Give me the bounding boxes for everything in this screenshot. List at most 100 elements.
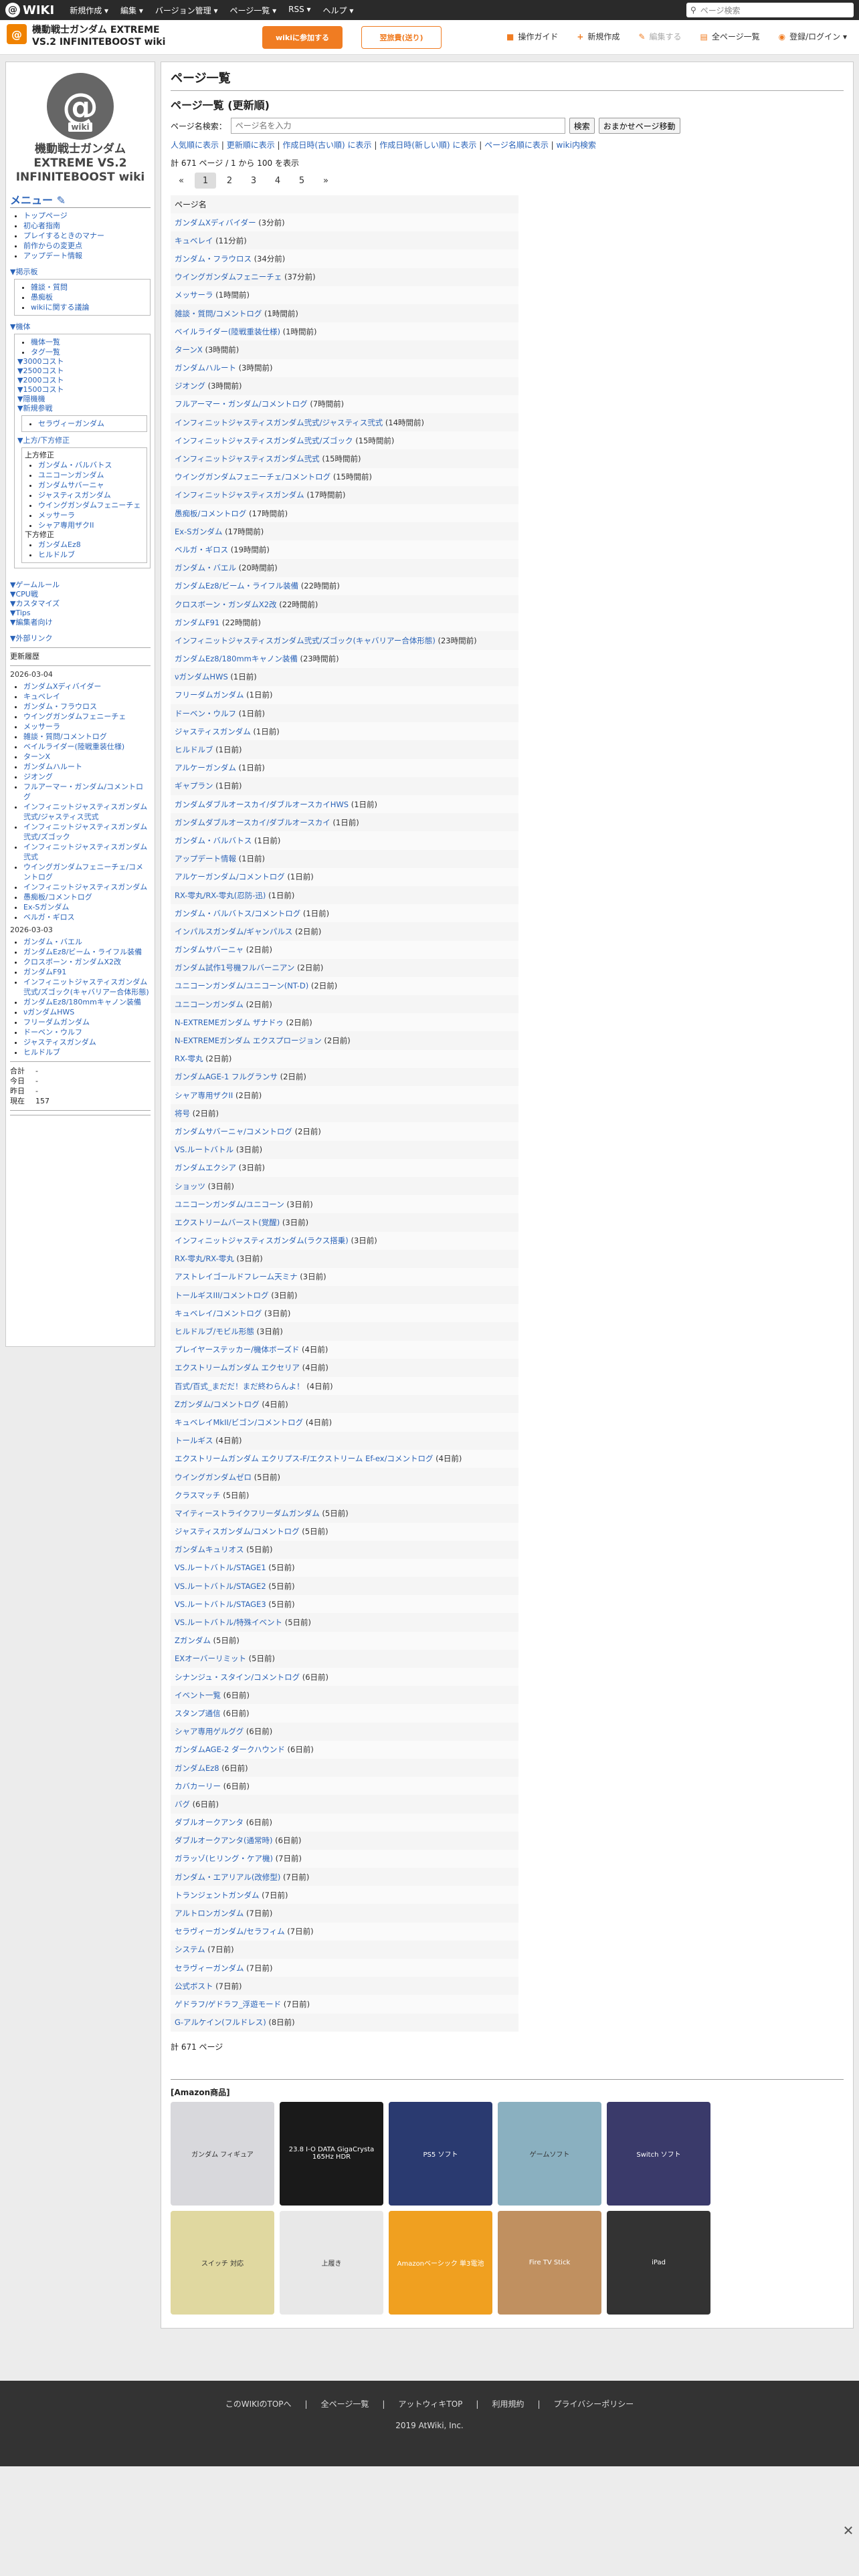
recent-item-link[interactable]: クロスボーン・ガンダムX2改 <box>23 958 121 966</box>
new-item-link[interactable]: セラヴィーガンダム <box>38 419 104 428</box>
recent-item-link[interactable]: ジオング <box>23 772 53 781</box>
sort-link[interactable]: 人気順に表示 <box>171 140 219 150</box>
recent-item-link[interactable]: 愚痴板/コメントログ <box>23 893 92 901</box>
page-link[interactable]: ゲドラフ/ゲドラフ_浮遊モード <box>175 2000 281 2009</box>
page-link[interactable]: VS.ルートバトル/STAGE3 <box>175 1600 266 1609</box>
pager-item[interactable]: 5 <box>291 173 312 189</box>
upper-item-link[interactable]: ガンダム・バルバトス <box>38 461 112 469</box>
upper-item-link[interactable]: ガンダムサバーニャ <box>38 481 104 490</box>
page-link[interactable]: ガンダムAGE-2 ダークハウンド <box>175 1745 285 1754</box>
menu-heading[interactable]: メニュー ✎ <box>10 191 151 208</box>
other-section[interactable]: ▼ゲームルール <box>10 580 151 590</box>
recent-item-link[interactable]: インフィニットジャスティスガンダム弐式/ズゴック <box>23 823 147 841</box>
recent-item[interactable]: フルアーマー・ガンダム/コメントログ <box>23 782 151 802</box>
page-search-box[interactable]: ⚲ ページ検索 <box>686 3 854 17</box>
upper-item[interactable]: ウイングガンダムフェニーチェ <box>38 500 144 510</box>
recent-item[interactable]: ガンダムEz8/ビーム・ライフル装備 <box>23 947 151 957</box>
recent-item[interactable]: ガンダム・フラウロス <box>23 702 151 712</box>
page-link[interactable]: ガンダムF91 <box>175 618 219 627</box>
page-link[interactable]: プレイヤーステッカー/機体ボーズド <box>175 1345 299 1354</box>
recent-item[interactable]: ジャスティスガンダム <box>23 1037 151 1047</box>
footer-link[interactable]: 利用規約 <box>485 2399 531 2409</box>
page-link[interactable]: ベルガ・ギロス <box>175 545 228 554</box>
recent-item-link[interactable]: 雑談・質問/コメントログ <box>23 732 107 741</box>
recent-item[interactable]: 愚痴板/コメントログ <box>23 892 151 902</box>
page-link[interactable]: システム <box>175 1945 205 1954</box>
top-menu-item[interactable]: 新規作成 ▾ <box>64 5 114 16</box>
product-card[interactable]: Switch ソフト <box>607 2101 710 2206</box>
page-link[interactable]: N-EXTREMEガンダム ザナドゥ <box>175 1018 284 1027</box>
page-link[interactable]: イベント一覧 <box>175 1691 221 1700</box>
recent-item[interactable]: ベイルライダー(陸戦重装仕様) <box>23 742 151 752</box>
body-item-link[interactable]: 機体一覧 <box>31 338 60 346</box>
lower-item[interactable]: ガンダムEz8 <box>38 540 144 550</box>
random-page-button[interactable]: おまかせページ移動 <box>598 118 680 134</box>
menu-item-link[interactable]: トップページ <box>23 211 68 220</box>
page-link[interactable]: ガンダム・エアリアル(改修型) <box>175 1872 280 1882</box>
recent-item[interactable]: インフィニットジャスティスガンダム弐式 <box>23 842 151 862</box>
page-link[interactable]: ショッツ <box>175 1182 205 1191</box>
page-link[interactable]: 雑談・質問/コメントログ <box>175 309 262 318</box>
page-link[interactable]: エクストリームバースト(覚醒) <box>175 1218 280 1227</box>
recent-item-link[interactable]: Ex-Sガンダム <box>23 903 69 911</box>
page-link[interactable]: RX-零丸 <box>175 1054 203 1063</box>
header-tool[interactable]: + 新規作成 <box>567 31 629 42</box>
pager-item[interactable]: 1 <box>195 173 216 189</box>
page-link[interactable]: 将号 <box>175 1109 190 1118</box>
join-wiki-button[interactable]: wikiに参加する <box>262 26 343 49</box>
page-link[interactable]: フリーダムガンダム <box>175 690 244 700</box>
page-link[interactable]: クロスボーン・ガンダムX2改 <box>175 600 277 609</box>
recent-item[interactable]: キュベレイ <box>23 691 151 702</box>
recent-item-link[interactable]: ドーベン・ウルフ <box>23 1028 82 1037</box>
recent-item[interactable]: ヒルドルブ <box>23 1047 151 1057</box>
page-link[interactable]: ジャスティスガンダム <box>175 727 251 736</box>
sort-link[interactable]: 作成日時(古い順) に表示 <box>282 140 371 150</box>
recent-item[interactable]: ガンダムXディバイダー <box>23 681 151 691</box>
recent-item-link[interactable]: インフィニットジャスティスガンダム弐式 <box>23 843 147 861</box>
page-link[interactable]: ダブルオークアンタ(通常時) <box>175 1836 273 1845</box>
top-menu-item[interactable]: RSS ▾ <box>282 5 316 16</box>
page-link[interactable]: アルトロンガンダム <box>175 1909 244 1918</box>
upper-item[interactable]: ガンダムサバーニャ <box>38 480 144 490</box>
page-link[interactable]: インフィニットジャスティスガンダム弐式/ズゴック(キャバリアー合体形態) <box>175 636 436 645</box>
recent-item-link[interactable]: ガンダムEz8/180mmキャノン装備 <box>23 998 141 1006</box>
page-link[interactable]: ドーベン・ウルフ <box>175 709 236 718</box>
page-link[interactable]: インフィニットジャスティスガンダム(ラクス搭乗) <box>175 1236 349 1245</box>
recent-item-link[interactable]: フルアーマー・ガンダム/コメントログ <box>23 782 143 801</box>
top-menu-item[interactable]: バージョン管理 ▾ <box>149 5 224 16</box>
page-link[interactable]: シャア専用ゲルググ <box>175 1727 244 1736</box>
menu-item-link[interactable]: プレイするときのマナー <box>23 231 104 240</box>
page-link[interactable]: ガンダムエクシア <box>175 1163 236 1172</box>
pager-item[interactable]: 4 <box>267 173 288 189</box>
page-link[interactable]: ダブルオークアンタ <box>175 1818 244 1827</box>
product-card[interactable]: PS5 ソフト <box>389 2101 492 2206</box>
body-item[interactable]: 機体一覧 <box>31 337 147 347</box>
recent-item[interactable]: フリーダムガンダム <box>23 1017 151 1027</box>
wiki-title[interactable]: @ 機動戦士ガンダム EXTREME VS.2 INFINITEBOOST wi… <box>7 24 179 48</box>
recent-item-link[interactable]: インフィニットジャスティスガンダム <box>23 883 147 891</box>
page-link[interactable]: ベイルライダー(陸戦重装仕様) <box>175 327 280 336</box>
page-link[interactable]: セラヴィーガンダム/セラフィム <box>175 1927 285 1936</box>
board-item-link[interactable]: 愚痴板 <box>31 293 53 302</box>
plan-button[interactable]: 翌旅費(送り) <box>361 26 442 49</box>
lower-item-link[interactable]: ガンダムEz8 <box>38 540 81 549</box>
page-link[interactable]: ヒルドルブ <box>175 745 213 754</box>
page-link[interactable]: インフィニットジャスティスガンダム弐式/ズゴック <box>175 436 353 445</box>
menu-item[interactable]: プレイするときのマナー <box>23 231 151 241</box>
page-link[interactable]: νガンダムHWS <box>175 672 228 681</box>
recent-item[interactable]: ウイングガンダムフェニーチェ/コメントログ <box>23 862 151 882</box>
page-link[interactable]: ウイングガンダムフェニーチェ/コメントログ <box>175 472 330 481</box>
page-link[interactable]: トールギスIII/コメントログ <box>175 1291 269 1300</box>
upper-item-link[interactable]: メッサーラ <box>38 511 75 520</box>
sort-link[interactable]: 更新順に表示 <box>227 140 275 150</box>
page-link[interactable]: クラスマッチ <box>175 1491 220 1500</box>
recent-item[interactable]: ウイングガンダムフェニーチェ <box>23 712 151 722</box>
page-link[interactable]: ガンダムEz8 <box>175 1763 219 1773</box>
recent-item[interactable]: Ex-Sガンダム <box>23 902 151 912</box>
recent-item[interactable]: 雑談・質問/コメントログ <box>23 732 151 742</box>
recent-item-link[interactable]: インフィニットジャスティスガンダム弐式/ズゴック(キャバリアー合体形態) <box>23 978 149 996</box>
recent-item-link[interactable]: ウイングガンダムフェニーチェ/コメントログ <box>23 863 143 881</box>
new-item[interactable]: セラヴィーガンダム <box>38 419 144 429</box>
footer-link[interactable]: このWIKIのTOPへ <box>219 2399 298 2409</box>
lower-item[interactable]: ヒルドルブ <box>38 550 144 560</box>
